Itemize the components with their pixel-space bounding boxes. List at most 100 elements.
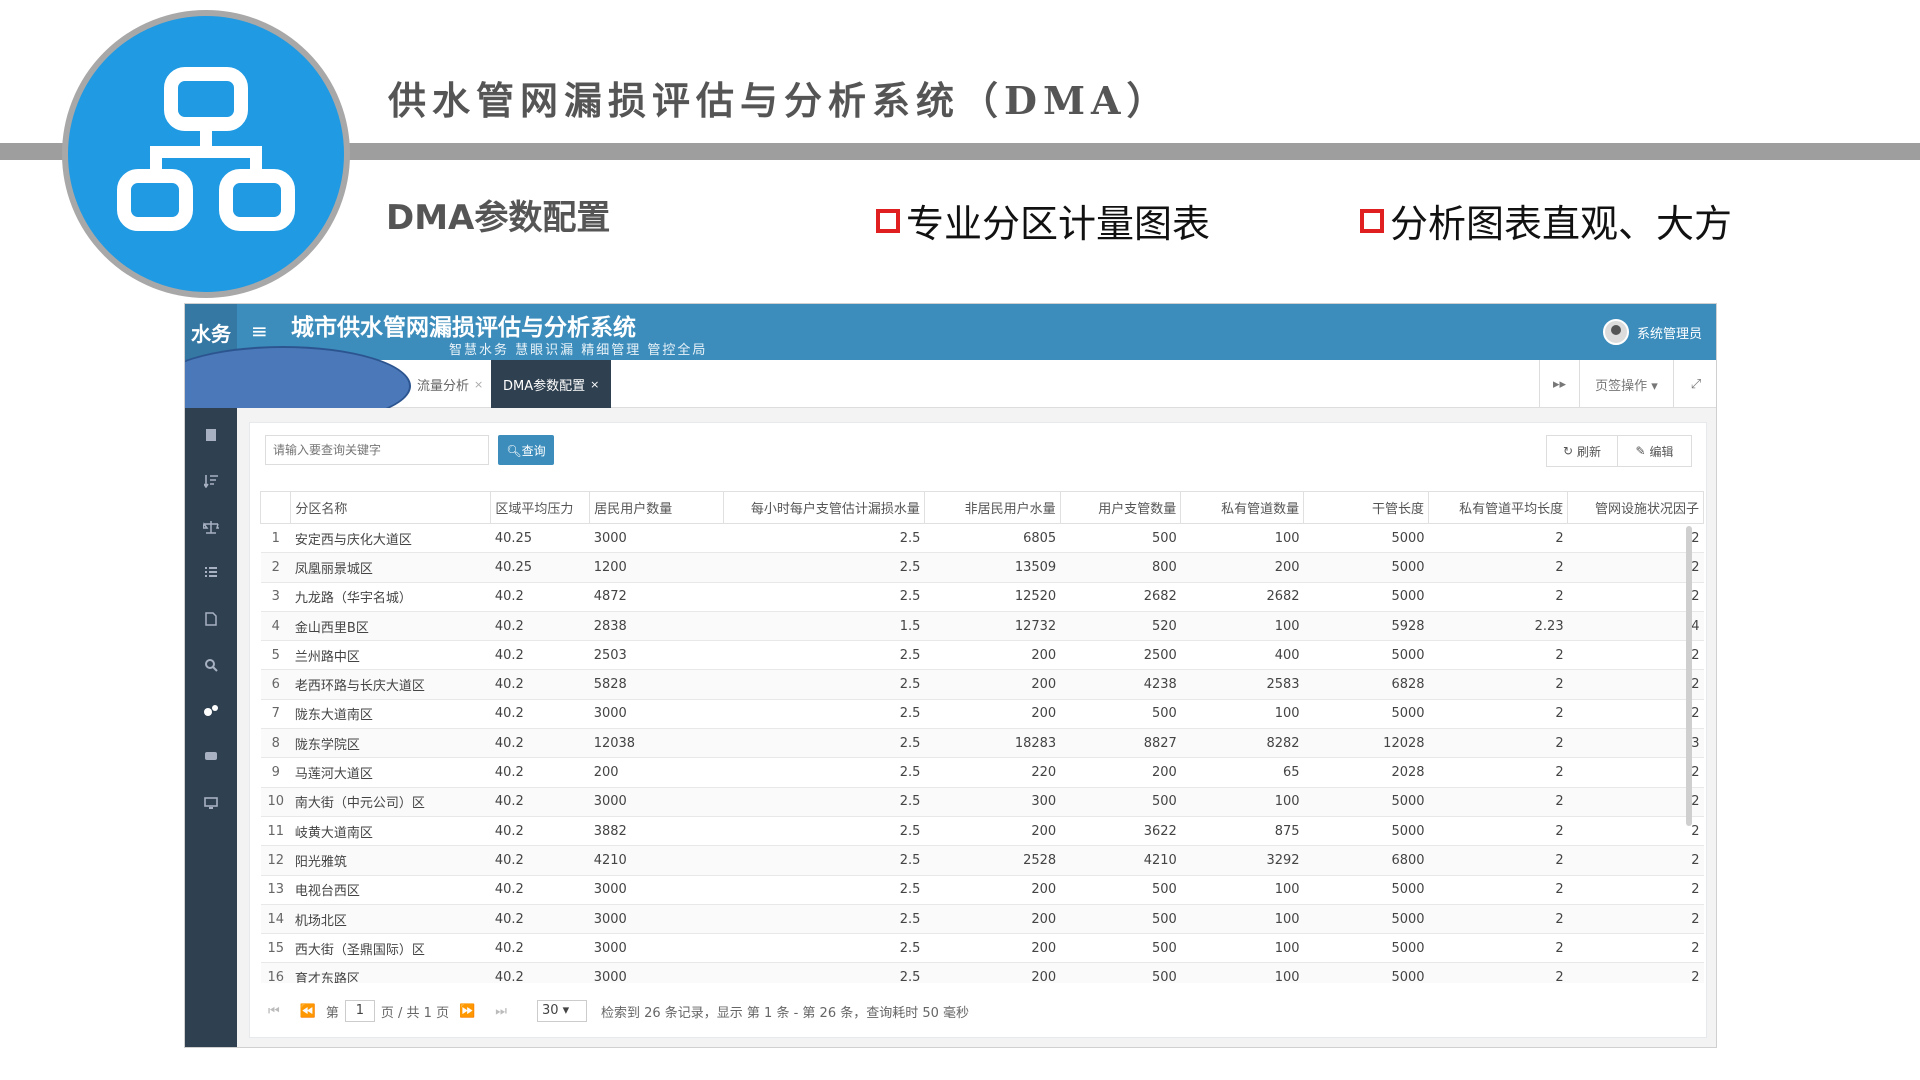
table-row[interactable]: 9 马莲河大道区 40.2 200 2.5 220 200 65 2028 2 2: [260, 757, 1704, 788]
first-page-icon[interactable]: ⏮: [268, 1004, 280, 1019]
table-cell: 40.2: [490, 669, 590, 700]
table-cell: 3292: [1180, 845, 1304, 876]
table-cell: 200: [924, 699, 1061, 730]
table-cell: 5828: [589, 669, 724, 700]
tab-flow-analysis[interactable]: 流量分析 ×: [405, 360, 495, 408]
system-title: 城市供水管网漏损评估与分析系统: [291, 315, 636, 341]
prev-page-icon[interactable]: ⏪: [300, 1004, 316, 1019]
table-header-row: 分区名称 区域平均压力 居民用户数量 每小时每户支管估计漏损水量 非居民用户水量…: [260, 491, 1704, 524]
feature-item-2: 分析图表直观、大方: [1360, 193, 1732, 248]
last-page-icon[interactable]: ⏭: [495, 1004, 507, 1019]
column-header[interactable]: 每小时每户支管估计漏损水量: [722, 491, 925, 524]
close-icon[interactable]: ×: [474, 378, 483, 391]
table-row[interactable]: 2 凤凰丽景城区 40.25 1200 2.5 13509 800 200 5000 2 2: [260, 552, 1704, 583]
table-cell: 2.5: [723, 933, 925, 964]
column-header[interactable]: 干管长度: [1303, 491, 1430, 524]
search-input[interactable]: [265, 435, 489, 465]
table-cell: 老西环路与长庆大道区: [290, 669, 491, 700]
column-header[interactable]: 私有管道数量: [1180, 491, 1305, 524]
table-row[interactable]: 5 兰州路中区 40.2 2503 2.5 200 2500 400 5000 2 2: [260, 640, 1704, 671]
user-menu[interactable]: 系统管理员: [1602, 319, 1702, 345]
table-cell: 5928: [1303, 611, 1429, 642]
table-row[interactable]: 1 安定西与庆化大道区 40.25 3000 2.5 6805 500 100 5000 2 2: [260, 523, 1704, 554]
table-cell: 2: [1567, 816, 1704, 847]
column-header[interactable]: 区域平均压力: [490, 491, 591, 524]
table-cell: 凤凰丽景城区: [290, 552, 491, 583]
table-cell: 5000: [1303, 962, 1429, 983]
column-header[interactable]: 分区名称: [290, 491, 492, 524]
page-size-select[interactable]: 30 ▾: [536, 1000, 587, 1022]
row-index-cell: 8: [260, 728, 291, 759]
tab-dma-config[interactable]: DMA参数配置 ×: [491, 360, 612, 408]
refresh-button[interactable]: ↻ 刷新: [1546, 435, 1618, 467]
column-header[interactable]: 居民用户数量: [589, 491, 724, 524]
edit-icon: ✎: [1635, 444, 1646, 458]
table-row[interactable]: 7 陇东大道南区 40.2 3000 2.5 200 500 100 5000 2 2: [260, 699, 1704, 730]
table-cell: 200: [589, 757, 724, 788]
table-row[interactable]: 13 电视台西区 40.2 3000 2.5 200 500 100 5000 2 2: [260, 875, 1704, 905]
row-index-cell: 10: [260, 787, 291, 817]
comment-icon[interactable]: [185, 734, 237, 780]
table-row[interactable]: 16 育才东路区 40.2 3000 2.5 200 500 100 5000 2 2: [260, 962, 1704, 983]
table-cell: 800: [1060, 552, 1181, 583]
column-header[interactable]: 私有管道平均长度: [1428, 491, 1569, 524]
table-cell: 兰州路中区: [290, 640, 491, 671]
tab-operations-dropdown[interactable]: 页签操作 ▾: [1579, 360, 1673, 408]
table-cell: 300: [924, 787, 1061, 817]
table-cell: 8827: [1060, 728, 1181, 759]
table-cell: 18283: [924, 728, 1061, 759]
balance-icon[interactable]: [185, 504, 237, 550]
column-header[interactable]: 管网设施状况因子: [1567, 491, 1704, 524]
row-index-cell: 13: [260, 875, 291, 905]
table-cell: 100: [1180, 787, 1304, 817]
search-icon[interactable]: [185, 642, 237, 688]
checkbox-square-icon: [876, 208, 900, 233]
feature-item-1: 专业分区计量图表: [876, 193, 1210, 248]
table-cell: 5000: [1303, 552, 1429, 583]
table-row[interactable]: 15 西大街（圣鼎国际）区 40.2 3000 2.5 200 500 100 5000 2 2: [260, 933, 1704, 964]
menu-toggle-icon[interactable]: ≡: [251, 319, 268, 343]
list-icon[interactable]: [185, 550, 237, 596]
book-icon[interactable]: [185, 412, 237, 458]
table-cell: 九龙路（华宇名城）: [290, 582, 491, 612]
sitemap-icon: [117, 67, 295, 231]
table-cell: 南大街（中元公司）区: [290, 787, 491, 817]
table-cell: 陇东大道南区: [290, 699, 491, 730]
file-icon[interactable]: [185, 596, 237, 642]
table-row[interactable]: 6 老西环路与长庆大道区 40.2 5828 2.5 200 4238 2583 6828 2 2: [260, 669, 1704, 700]
table-cell: 100: [1180, 611, 1304, 642]
fullscreen-button[interactable]: ⤢: [1673, 360, 1716, 408]
table-row[interactable]: 11 岐黄大道南区 40.2 3882 2.5 200 3622 875 5000 2 2: [260, 816, 1704, 847]
table-row[interactable]: 4 金山西里B区 40.2 2838 1.5 12732 520 100 5928 2.23 4: [260, 611, 1704, 642]
table-row[interactable]: 12 阳光雅筑 40.2 4210 2.5 2528 4210 3292 6800 2 2: [260, 845, 1704, 876]
table-cell: 1.5: [723, 611, 925, 642]
page-number-input[interactable]: 1: [344, 1000, 375, 1022]
column-header[interactable]: 用户支管数量: [1059, 491, 1182, 524]
search-button[interactable]: 🔍︎查询: [498, 435, 554, 465]
sidebar: [185, 408, 237, 1047]
sort-icon[interactable]: [185, 458, 237, 504]
column-header[interactable]: 非居民用户水量: [923, 491, 1061, 524]
table-cell: 200: [1180, 552, 1304, 583]
monitor-icon[interactable]: [185, 780, 237, 826]
table-cell: 安定西与庆化大道区: [290, 523, 491, 554]
table-cell: 3882: [589, 816, 724, 847]
edit-button[interactable]: ✎ 编辑: [1617, 435, 1692, 467]
next-page-icon[interactable]: ⏩: [459, 1004, 475, 1019]
vertical-scrollbar[interactable]: [1686, 526, 1692, 826]
close-icon[interactable]: ×: [590, 378, 599, 391]
table-cell: 40.25: [490, 523, 590, 554]
column-header[interactable]: [260, 491, 292, 524]
table-cell: 2.5: [723, 699, 925, 730]
table-cell: 岐黄大道南区: [290, 816, 491, 847]
table-row[interactable]: 3 九龙路（华宇名城） 40.2 4872 2.5 12520 2682 2682 5000 2 2: [260, 582, 1704, 612]
tab-forward-button[interactable]: ▸▸: [1539, 360, 1579, 408]
table-row[interactable]: 10 南大街（中元公司）区 40.2 3000 2.5 300 500 100 5000 2 2: [260, 787, 1704, 817]
gears-icon[interactable]: [185, 688, 237, 734]
table-cell: 2: [1428, 582, 1568, 612]
table-cell: 500: [1060, 933, 1181, 964]
table-cell: 2: [1428, 816, 1568, 847]
table-row[interactable]: 8 陇东学院区 40.2 12038 2.5 18283 8827 8282 12028 2 3: [260, 728, 1704, 759]
table-cell: 2: [1428, 552, 1568, 583]
table-row[interactable]: 14 机场北区 40.2 3000 2.5 200 500 100 5000 2 2: [260, 904, 1704, 935]
